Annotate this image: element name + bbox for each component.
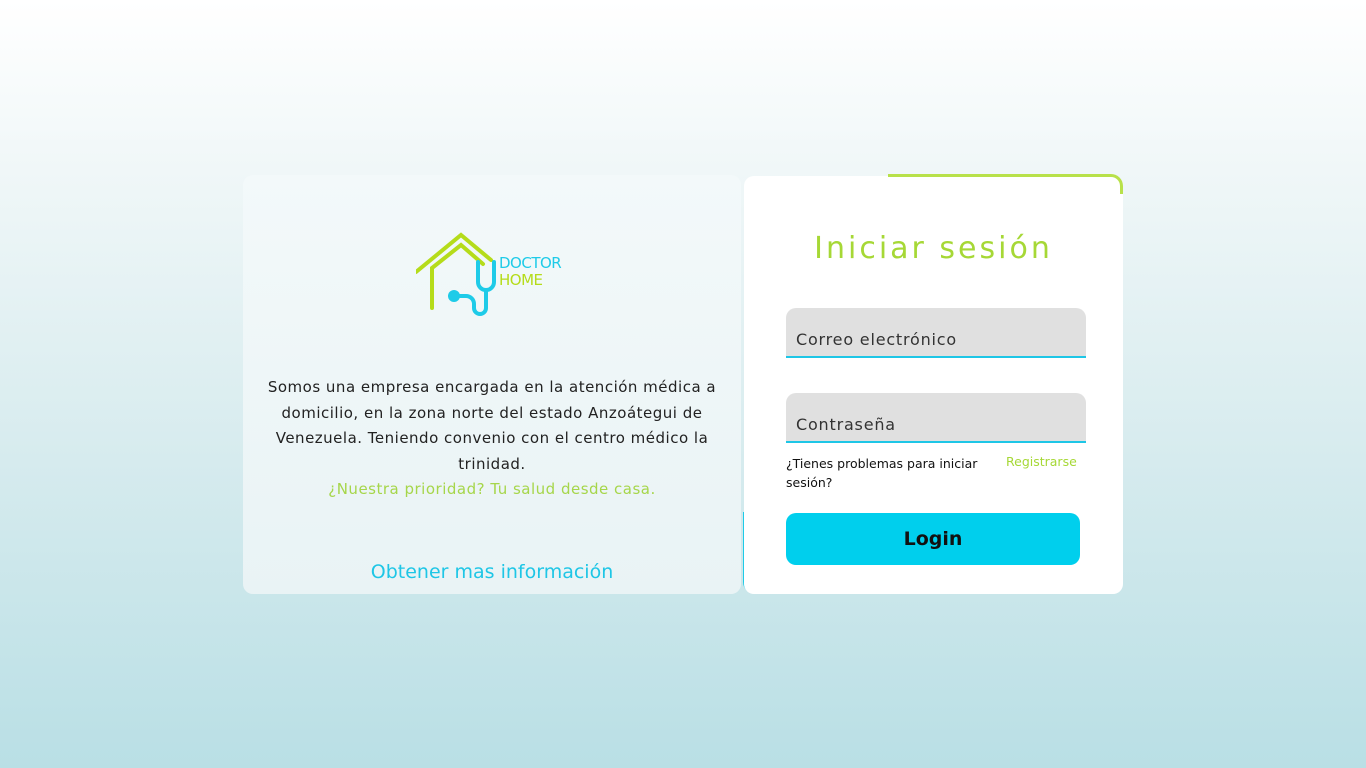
info-panel: DOCTOR HOME Somos una empresa encargada … [243,175,741,594]
email-input[interactable]: Correo electrónico [786,308,1086,358]
brand-line2: HOME [499,271,543,289]
login-panel: Iniciar sesión Correo electrónico Contra… [744,176,1123,594]
password-input[interactable]: Contraseña [786,393,1086,443]
tagline: ¿Nuestra prioridad? Tu salud desde casa. [328,480,656,498]
company-description: Somos una empresa encargada en la atenci… [263,375,721,503]
brand-name: DOCTOR HOME [499,254,562,289]
login-help-text: ¿Tienes problemas para iniciar sesión? [786,456,978,490]
login-title: Iniciar sesión [814,231,1053,266]
decorative-accent [888,174,1123,194]
login-button[interactable]: Login [786,513,1080,565]
description-text: Somos una empresa encargada en la atenci… [267,378,717,473]
more-info-link[interactable]: Obtener mas información [243,561,741,583]
register-link[interactable]: Registrarse [1006,454,1077,469]
brand-line1: DOCTOR [499,254,562,272]
